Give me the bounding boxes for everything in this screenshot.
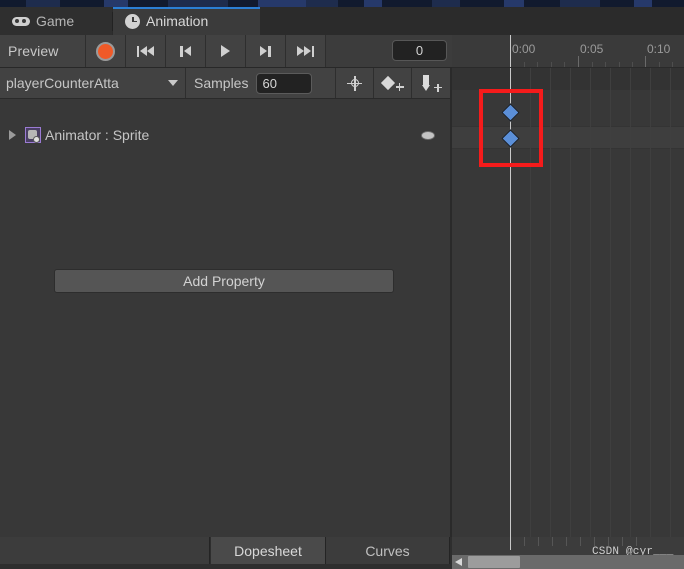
step-back-icon	[180, 45, 191, 57]
add-property-button[interactable]: Add Property	[54, 269, 394, 293]
record-icon	[96, 41, 115, 61]
play-icon	[221, 45, 230, 57]
clip-selector-dropdown[interactable]: playerCounterAtta	[0, 68, 186, 98]
ruler-minor-tick	[592, 62, 593, 67]
add-event-button[interactable]	[412, 68, 450, 98]
tab-dopesheet[interactable]: Dopesheet	[211, 537, 326, 564]
mini-tick	[622, 537, 623, 546]
ruler-minor-tick	[564, 62, 565, 67]
panel-tab-bar: Game Animation	[0, 7, 684, 35]
samples-label: Samples	[194, 75, 249, 91]
grid-line	[610, 68, 611, 537]
red-highlight-box	[479, 89, 543, 167]
tab-animation-label: Animation	[146, 13, 209, 29]
prev-frame-button[interactable]	[166, 35, 206, 67]
property-list-panel: Animator : Sprite Add Property	[0, 99, 450, 537]
preview-button[interactable]: Preview	[0, 35, 86, 67]
options-dots-icon[interactable]	[421, 131, 435, 140]
tab-game[interactable]: Game	[0, 7, 112, 35]
skip-to-start-icon	[136, 45, 155, 57]
grid-line	[670, 68, 671, 537]
last-frame-button[interactable]	[286, 35, 326, 67]
skip-to-end-icon	[296, 45, 315, 57]
add-event-icon	[420, 74, 442, 92]
mini-tick	[580, 537, 581, 546]
scroll-left-arrow-icon[interactable]	[455, 558, 462, 566]
tab-game-label: Game	[36, 13, 75, 29]
filter-button[interactable]	[336, 68, 374, 98]
tab-divider	[112, 12, 113, 31]
clock-icon	[125, 13, 140, 29]
ruler-major-tick	[578, 56, 579, 67]
bottom-left-filler	[0, 537, 210, 564]
tab-curves[interactable]: Curves	[326, 537, 450, 564]
add-keyframe-button[interactable]	[374, 68, 412, 98]
play-button[interactable]	[206, 35, 246, 67]
ruler-minor-tick	[524, 62, 525, 67]
add-keyframe-icon	[380, 75, 404, 91]
ruler-minor-tick	[537, 62, 538, 67]
tab-animation[interactable]: Animation	[113, 7, 260, 35]
ruler-minor-tick	[551, 62, 552, 67]
step-forward-icon	[260, 45, 271, 57]
add-property-label: Add Property	[183, 273, 265, 289]
property-row-animator-sprite[interactable]: Animator : Sprite	[0, 123, 450, 147]
unity-animation-window: Game Animation Preview 0 0:00 0:05 0:10 …	[0, 0, 684, 569]
ruler-minor-tick	[672, 62, 673, 67]
preview-label: Preview	[8, 43, 59, 59]
mini-playhead	[510, 537, 511, 550]
ruler-label: 0:10	[647, 42, 671, 56]
ruler-minor-tick	[619, 62, 620, 67]
mini-tick	[636, 537, 637, 546]
triangle-right-icon[interactable]	[9, 130, 16, 140]
ruler-minor-tick	[605, 62, 606, 67]
ruler-minor-tick	[632, 62, 633, 67]
clip-name-label: playerCounterAtta	[6, 75, 119, 91]
property-label: Animator : Sprite	[45, 127, 150, 143]
current-frame-input[interactable]: 0	[392, 40, 447, 61]
grid-line	[550, 68, 551, 537]
next-frame-button[interactable]	[246, 35, 286, 67]
gamepad-icon	[12, 15, 30, 27]
mini-tick	[552, 537, 553, 546]
ruler-label: 0:05	[580, 42, 604, 56]
grid-line	[630, 68, 631, 537]
chevron-down-icon	[168, 80, 178, 86]
mini-tick	[566, 537, 567, 546]
grid-line	[590, 68, 591, 537]
ruler-major-tick	[645, 56, 646, 67]
tab-curves-label: Curves	[365, 542, 410, 559]
clip-toolbar: playerCounterAtta Samples 60	[0, 68, 450, 99]
mini-tick	[594, 537, 595, 546]
ruler-label: 0:00	[512, 42, 536, 56]
mini-tick	[538, 537, 539, 546]
current-frame-value: 0	[415, 43, 424, 58]
samples-input[interactable]: 60	[256, 72, 313, 94]
mini-tick	[524, 537, 525, 546]
top-navy-strip	[0, 0, 684, 7]
timeline-ruler[interactable]: 0:00 0:05 0:10	[452, 35, 684, 68]
h-scrollbar-thumb[interactable]	[468, 556, 520, 568]
mini-tick	[608, 537, 609, 546]
sprite-renderer-icon	[25, 127, 41, 143]
first-frame-button[interactable]	[126, 35, 166, 67]
ruler-minor-tick	[659, 62, 660, 67]
target-icon	[347, 75, 362, 91]
tab-dopesheet-label: Dopesheet	[234, 542, 302, 559]
record-button[interactable]	[86, 35, 126, 67]
ruler-playhead[interactable]	[510, 35, 511, 67]
grid-line	[650, 68, 651, 537]
samples-value: 60	[262, 75, 277, 91]
grid-line	[570, 68, 571, 537]
samples-field-group[interactable]: Samples 60	[186, 68, 336, 98]
